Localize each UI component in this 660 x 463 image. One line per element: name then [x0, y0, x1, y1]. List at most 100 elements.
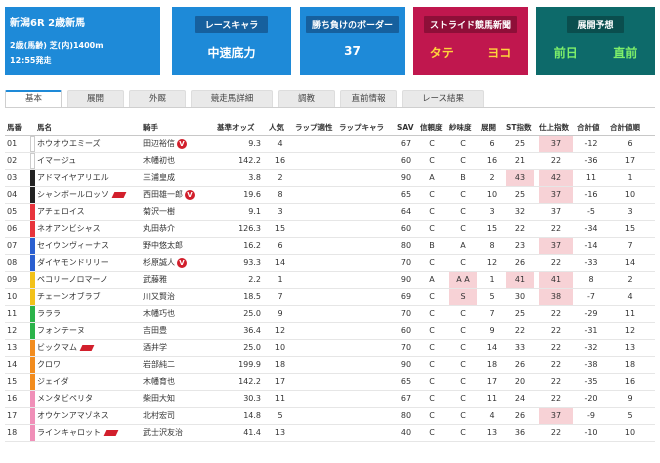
horse-name[interactable]: ビックマム: [37, 340, 137, 356]
table-row[interactable]: 12 フォンテーヌ 吉田豊 36.4 12 60 C C 9 22 22 -31 12: [5, 323, 655, 340]
sami-value: C: [449, 221, 477, 237]
tab-basic[interactable]: 基本: [5, 90, 62, 108]
total-rank-text: 1: [627, 173, 633, 182]
jockey-name: 武藤雅: [143, 272, 213, 288]
table-row[interactable]: 13 ビックマム 酒井学 25.0 10 70 C C 14 33 22 -32 13: [5, 340, 655, 357]
horse-number: 07: [7, 238, 29, 254]
stride-card: ストライド競馬新聞 タテ ヨコ: [413, 7, 528, 75]
table-row[interactable]: 09 ペコリーノロマーノ 武藤雅 2.2 1 90 A A A 1 41 41 8 2: [5, 272, 655, 289]
tab-race-result[interactable]: レース結果: [402, 90, 484, 108]
popularity: 13: [269, 425, 291, 441]
table-row[interactable]: 15 ジェイダ 木幡育也 142.2 17 65 C C 17 20 22 -35 16: [5, 374, 655, 391]
development-text: 7: [489, 309, 495, 318]
table-row[interactable]: 03 アドマイヤアリエル 三浦皇成 3.8 2 90 A B 2 43 42 11 1: [5, 170, 655, 187]
st-index: 25: [506, 187, 534, 203]
finish-index: 37: [539, 204, 573, 220]
development-text: 3: [489, 207, 495, 216]
table-row[interactable]: 06 ネオアンビシャス 丸田恭介 126.3 15 60 C C 15 22 22 -34 15: [5, 221, 655, 238]
horse-name[interactable]: オウケンアマゾネス: [37, 408, 137, 424]
horse-name[interactable]: ラララ: [37, 306, 137, 322]
table-row[interactable]: 18 ラインキャロット 武士沢友治 41.4 13 40 C C 13 36 22 -10 10: [5, 425, 655, 442]
finish-index-text: 22: [550, 156, 562, 165]
base-odds-text: 199.9: [238, 360, 261, 369]
tab-pre-race-info[interactable]: 直前情報: [340, 90, 397, 108]
total-rank-text: 9: [627, 394, 633, 403]
horse-name[interactable]: イマージュ: [37, 153, 137, 169]
stride-yoko-link[interactable]: ヨコ: [487, 44, 511, 61]
table-row[interactable]: 17 オウケンアマゾネス 北村宏司 14.8 5 80 C C 4 26 37 -9 5: [5, 408, 655, 425]
table-row[interactable]: 02 イマージュ 木幡初也 142.2 16 60 C C 16 21 22 -36 17: [5, 153, 655, 170]
tab-gaikyu[interactable]: 外厩: [129, 90, 186, 108]
table-row[interactable]: 04 シャンボールロッソ 西田雄一郎 V 19.6 8 65 C C 10 25 37 -16 10: [5, 187, 655, 204]
total-value-text: -36: [584, 156, 598, 165]
horse-name[interactable]: メンタビペリタ: [37, 391, 137, 407]
horse-name[interactable]: ラインキャロット: [37, 425, 137, 441]
horse-name[interactable]: セイウンヴィーナス: [37, 238, 137, 254]
total-value-text: -9: [587, 411, 595, 420]
total-value-text: 8: [588, 275, 594, 284]
table-row[interactable]: 05 アチェロイス 菊沢一樹 9.1 3 64 C C 3 32 37 -5 3: [5, 204, 655, 221]
jockey-name: 菊沢一樹: [143, 204, 213, 220]
st-index-text: 20: [514, 377, 526, 386]
table-row[interactable]: 10 チェーンオブラブ 川又賢治 18.5 7 69 C S 5 30 38 -7 4: [5, 289, 655, 306]
finish-index-text: 37: [550, 139, 562, 148]
frame-color-marker: [30, 187, 35, 203]
total-rank: 13: [610, 340, 650, 356]
total-rank-text: 6: [627, 139, 633, 148]
total-rank-text: 5: [627, 411, 633, 420]
horse-name[interactable]: アチェロイス: [37, 204, 137, 220]
horse-number-text: 02: [7, 156, 18, 165]
jockey-name: 川又賢治: [143, 289, 213, 305]
horse-name[interactable]: チェーンオブラブ: [37, 289, 137, 305]
stride-tate-link[interactable]: タテ: [430, 44, 454, 61]
horse-name-text: ネオアンビシャス: [37, 224, 101, 233]
popularity: 4: [269, 136, 291, 152]
base-odds: 18.5: [217, 289, 263, 305]
horse-name[interactable]: ダイヤモンドリリー: [37, 255, 137, 271]
horse-name[interactable]: クロワ: [37, 357, 137, 373]
total-value-text: -32: [584, 343, 598, 352]
tab-training[interactable]: 調教: [278, 90, 335, 108]
horse-name[interactable]: シャンボールロッソ: [37, 187, 137, 203]
sav-value: 64: [395, 204, 417, 220]
confidence: C: [420, 391, 444, 407]
st-index-text: 26: [514, 360, 526, 369]
sami-value: S: [449, 289, 477, 305]
horse-name[interactable]: ペコリーノロマーノ: [37, 272, 137, 288]
development: 16: [481, 153, 503, 169]
tab-horse-detail[interactable]: 競走馬詳細: [191, 90, 273, 108]
confidence: C: [420, 340, 444, 356]
total-rank-text: 11: [624, 309, 636, 318]
st-index-text: 33: [514, 343, 526, 352]
horse-name[interactable]: ホウオウエミーズ: [37, 136, 137, 152]
table-row[interactable]: 01 ホウオウエミーズ 田辺裕信 V 9.3 4 67 C C 6 25 37 -12 6: [5, 136, 655, 153]
horse-name[interactable]: アドマイヤアリエル: [37, 170, 137, 186]
horse-name[interactable]: フォンテーヌ: [37, 323, 137, 339]
sav-value: 40: [395, 425, 417, 441]
confidence-text: C: [429, 156, 435, 165]
horse-number-text: 12: [7, 326, 18, 335]
base-odds-text: 3.8: [248, 173, 261, 182]
st-index-text: 22: [514, 326, 526, 335]
tab-tenkai[interactable]: 展開: [67, 90, 124, 108]
tenkai-just-before-link[interactable]: 直前: [613, 44, 637, 61]
confidence-text: C: [429, 394, 435, 403]
col-header-confidence: 信頼度: [420, 123, 443, 132]
development: 7: [481, 306, 503, 322]
frame-color-marker: [30, 272, 35, 288]
horse-name[interactable]: ジェイダ: [37, 374, 137, 390]
horse-name-text: ダイヤモンドリリー: [37, 258, 109, 267]
table-row[interactable]: 16 メンタビペリタ 柴田大知 30.3 11 67 C C 11 24 22 -20 9: [5, 391, 655, 408]
table-row[interactable]: 11 ラララ 木幡巧也 25.0 9 70 C C 7 25 22 -29 11: [5, 306, 655, 323]
total-rank-text: 12: [624, 326, 636, 335]
sav-value-text: 90: [400, 275, 412, 284]
horse-name[interactable]: ネオアンビシャス: [37, 221, 137, 237]
st-index-text: 32: [514, 207, 526, 216]
total-rank-text: 18: [624, 360, 636, 369]
table-row[interactable]: 08 ダイヤモンドリリー 杉原誠人 V 93.3 14 70 C C 12 26 22 -33 14: [5, 255, 655, 272]
base-odds: 3.8: [217, 170, 263, 186]
frame-color-marker: [30, 204, 35, 220]
tenkai-prev-day-link[interactable]: 前日: [554, 44, 578, 61]
table-row[interactable]: 07 セイウンヴィーナス 野中悠太郎 16.2 6 80 B A 8 23 37 -14 7: [5, 238, 655, 255]
table-row[interactable]: 14 クロワ 岩部純二 199.9 18 90 C C 18 26 22 -38 18: [5, 357, 655, 374]
